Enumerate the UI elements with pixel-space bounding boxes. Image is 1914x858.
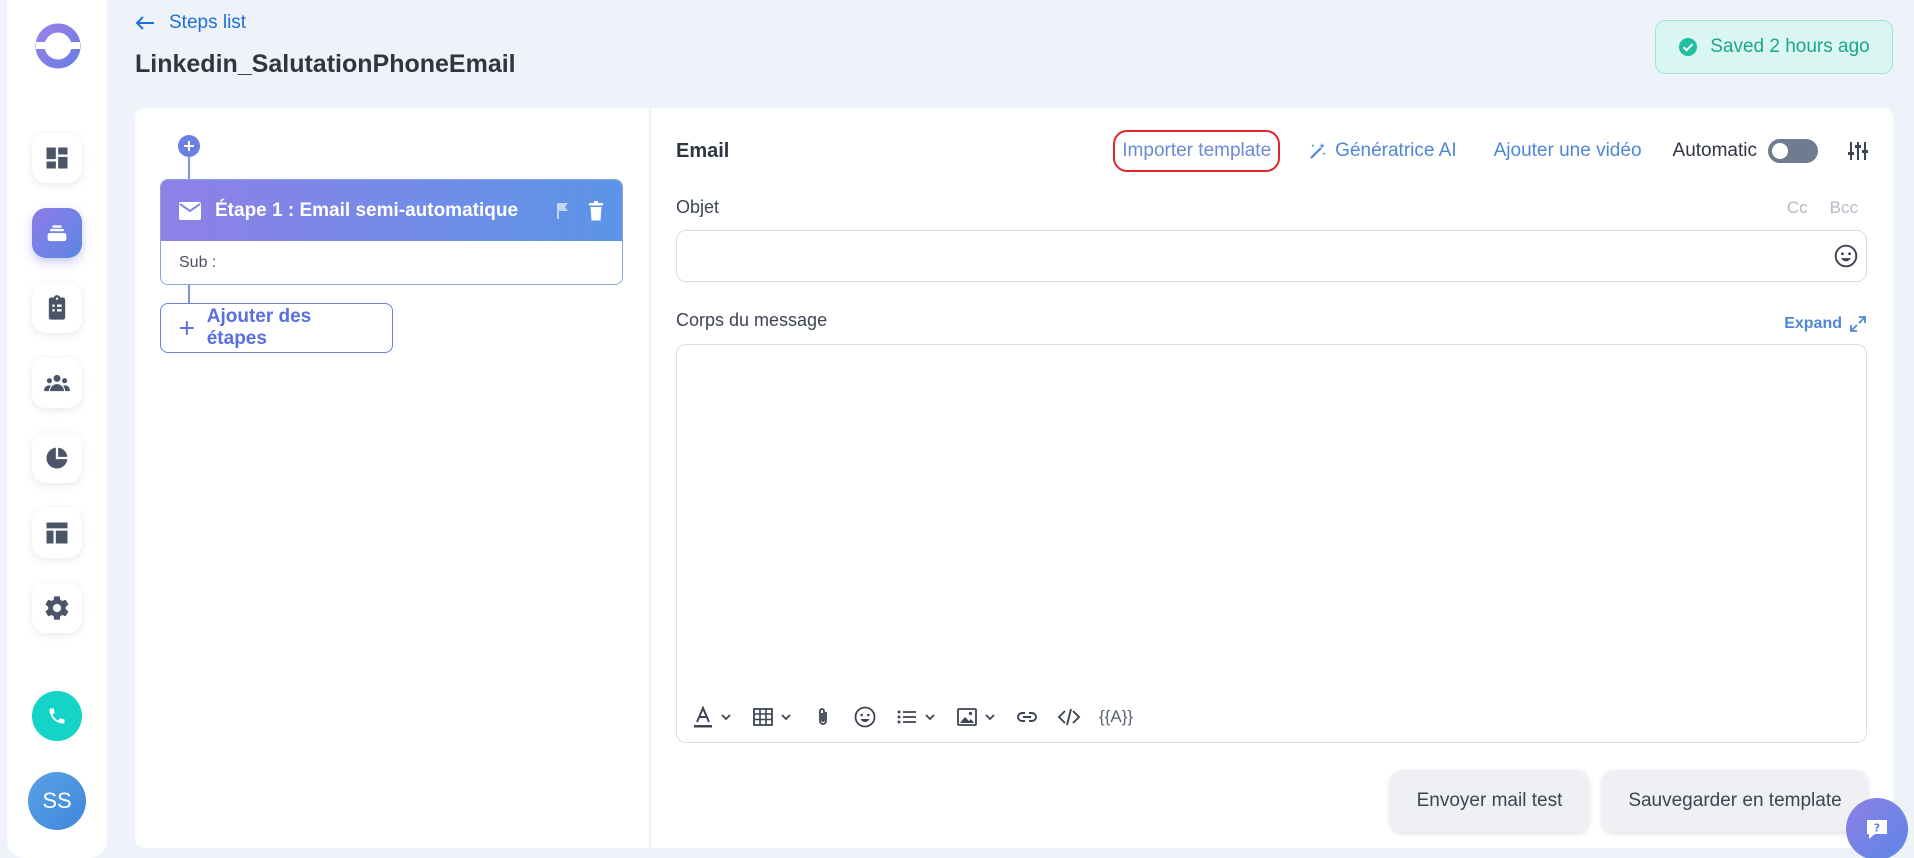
help-chat-button[interactable]: ?: [1846, 798, 1908, 858]
reports-icon: [46, 447, 68, 469]
cc-bcc-toggles: Cc Bcc: [1787, 198, 1858, 218]
subject-input[interactable]: [676, 230, 1867, 282]
format-toolbar: {{A}}: [691, 702, 1133, 732]
sliders-icon[interactable]: [1846, 139, 1870, 163]
back-link-label: Steps list: [169, 12, 247, 33]
message-body-editor[interactable]: {{A}}: [676, 344, 1867, 743]
automatic-toggle[interactable]: [1768, 139, 1818, 163]
bcc-toggle[interactable]: Bcc: [1830, 198, 1858, 218]
app-logo[interactable]: [34, 22, 82, 70]
templates-icon: [46, 522, 68, 544]
step-card-header[interactable]: Étape 1 : Email semi-automatique: [161, 180, 622, 241]
magic-wand-icon: [1310, 143, 1326, 159]
link-icon: [1017, 712, 1037, 722]
image-icon: [957, 708, 977, 726]
user-avatar[interactable]: SS: [28, 772, 86, 830]
chevron-down-icon: [985, 714, 995, 721]
insert-step-button[interactable]: [178, 135, 200, 157]
cc-toggle[interactable]: Cc: [1787, 198, 1808, 218]
ai-generator-label: Génératrice AI: [1335, 140, 1457, 161]
plus-icon: [184, 141, 194, 151]
help-chat-icon: ?: [1867, 820, 1887, 839]
add-steps-label: Ajouter des étapes: [206, 306, 312, 349]
section-title: Email: [676, 140, 730, 162]
svg-text:?: ?: [1874, 822, 1880, 835]
step-subject-preview: Sub :: [161, 241, 622, 284]
sidebar: SS: [7, 0, 107, 858]
expand-icon: [1850, 316, 1866, 332]
code-button[interactable]: [1057, 705, 1081, 729]
text-color-icon: [694, 705, 712, 728]
list-icon: [897, 710, 916, 724]
page-title: Linkedin_SalutationPhoneEmail: [135, 50, 516, 78]
chevron-down-icon: [925, 714, 935, 721]
add-steps-button[interactable]: Ajouter des étapes: [160, 303, 393, 353]
automatic-label: Automatic: [1672, 140, 1757, 161]
toggle-knob: [1772, 143, 1788, 159]
saved-status-text: Saved 2 hours ago: [1710, 36, 1870, 57]
sidebar-item-contacts[interactable]: [32, 358, 82, 408]
table-icon: [753, 708, 773, 726]
envelope-icon: [179, 201, 201, 220]
arrow-left-icon: [135, 16, 154, 30]
code-icon: [1057, 708, 1081, 726]
steps-panel: Étape 1 : Email semi-automatique Sub : A…: [135, 108, 649, 848]
tasks-icon: [48, 295, 66, 320]
sidebar-item-campaigns[interactable]: [32, 208, 82, 258]
import-template-button[interactable]: Importer template: [1113, 130, 1281, 172]
sidebar-item-dashboard[interactable]: [32, 133, 82, 183]
text-color-button[interactable]: [691, 705, 733, 729]
expand-button[interactable]: Expand: [1784, 315, 1866, 333]
phone-button[interactable]: [32, 691, 82, 741]
email-editor-panel: Email Importer template Génératrice AI A…: [651, 108, 1893, 848]
plus-icon: [179, 321, 194, 335]
trash-icon[interactable]: [588, 200, 604, 221]
insert-variable-button[interactable]: {{A}}: [1099, 707, 1133, 727]
emoji-button[interactable]: [853, 705, 877, 729]
chevron-down-icon: [721, 714, 731, 721]
contacts-icon: [44, 374, 70, 392]
send-test-mail-button[interactable]: Envoyer mail test: [1390, 770, 1589, 832]
settings-icon: [45, 596, 69, 620]
campaigns-icon: [47, 225, 67, 242]
saved-status-badge: Saved 2 hours ago: [1655, 20, 1893, 74]
back-to-steps-list-link[interactable]: Steps list: [135, 12, 246, 34]
paperclip-icon: [819, 708, 827, 725]
chevron-down-icon: [781, 714, 791, 721]
subject-label: Objet: [676, 197, 720, 217]
phone-icon: [49, 708, 65, 724]
add-video-button[interactable]: Ajouter une vidéo: [1494, 140, 1642, 162]
expand-label: Expand: [1784, 315, 1842, 332]
emoji-icon: [854, 706, 876, 728]
link-button[interactable]: [1015, 705, 1039, 729]
attachment-button[interactable]: [811, 705, 835, 729]
save-as-template-button[interactable]: Sauvegarder en template: [1602, 770, 1868, 832]
check-circle-icon: [1679, 38, 1698, 56]
table-button[interactable]: [751, 705, 793, 729]
sidebar-item-settings[interactable]: [32, 583, 82, 633]
step-card-1[interactable]: Étape 1 : Email semi-automatique Sub :: [160, 179, 623, 285]
emoji-icon[interactable]: [1833, 243, 1859, 269]
list-button[interactable]: [895, 705, 937, 729]
sidebar-item-templates[interactable]: [32, 508, 82, 558]
dashboard-icon: [46, 147, 68, 169]
editor-top-toolbar: Importer template Génératrice AI Ajouter…: [1113, 130, 1870, 172]
sidebar-item-reports[interactable]: [32, 433, 82, 483]
step-title: Étape 1 : Email semi-automatique: [215, 199, 519, 221]
ai-generator-button[interactable]: Génératrice AI: [1309, 140, 1457, 162]
flag-icon[interactable]: [556, 202, 570, 220]
body-label: Corps du message: [676, 310, 828, 330]
image-button[interactable]: [955, 705, 997, 729]
sidebar-item-tasks[interactable]: [32, 283, 82, 333]
